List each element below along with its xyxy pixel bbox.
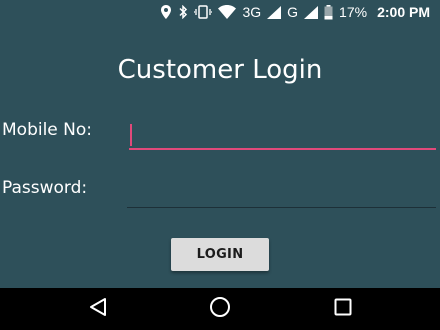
password-label: Password: <box>2 178 88 198</box>
login-button[interactable]: LOGIN <box>171 238 269 271</box>
clock: 2:00 PM <box>377 4 430 20</box>
login-screen: 3G G 17% 2:00 PM Customer Login Mobile N… <box>0 0 440 330</box>
password-input[interactable] <box>127 182 436 208</box>
back-button[interactable] <box>68 288 128 330</box>
bluetooth-icon <box>178 5 188 19</box>
network-3g-label: 3G <box>242 4 262 20</box>
status-bar: 3G G 17% 2:00 PM <box>0 0 440 24</box>
signal-icon <box>267 5 282 19</box>
navigation-bar <box>0 288 440 330</box>
location-icon <box>160 5 172 19</box>
home-icon <box>209 296 231 322</box>
back-icon <box>88 297 108 321</box>
recent-apps-button[interactable] <box>313 288 373 330</box>
signal-icon <box>304 5 319 19</box>
home-button[interactable] <box>190 288 250 330</box>
vibrate-icon <box>194 5 213 19</box>
wifi-icon <box>218 5 237 19</box>
page-title: Customer Login <box>117 55 323 85</box>
battery-percent: 17% <box>339 4 368 20</box>
text-cursor <box>130 124 132 146</box>
mobile-input[interactable] <box>129 124 436 150</box>
battery-icon <box>324 4 333 20</box>
recent-apps-icon <box>334 298 352 320</box>
network-g-label: G <box>287 4 299 20</box>
mobile-label: Mobile No: <box>2 120 93 140</box>
